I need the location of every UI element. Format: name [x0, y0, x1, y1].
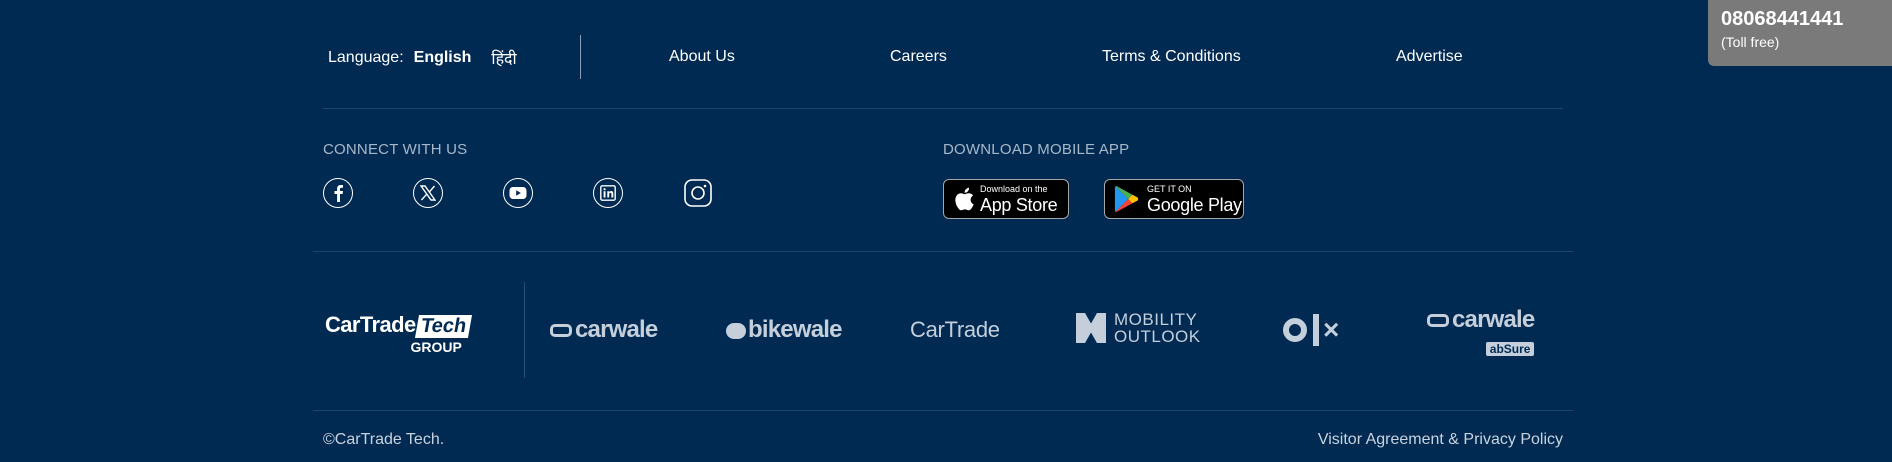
footer-top-row: Language: English हिंदी About Us Careers…	[323, 33, 1563, 79]
carwale-absure-logo[interactable]: carwale abSure	[1427, 306, 1535, 360]
olx-l-icon	[1313, 314, 1319, 346]
language-option-english[interactable]: English	[414, 49, 472, 67]
toll-free-number[interactable]: 08068441441	[1721, 8, 1843, 31]
cartrade-logo[interactable]: CarTrade	[910, 317, 1000, 343]
connect-title: CONNECT WITH US	[323, 141, 468, 158]
bikewale-text: bikewale	[748, 316, 842, 343]
divider	[323, 108, 1563, 109]
terms-conditions-link[interactable]: Terms & Conditions	[1102, 48, 1241, 66]
apple-icon	[955, 187, 974, 211]
google-play-big-text: Google Play	[1147, 194, 1242, 215]
divider	[580, 35, 581, 79]
carwale-icon	[550, 324, 572, 338]
language-option-hindi[interactable]: हिंदी	[491, 47, 516, 69]
copyright-text: ©CarTrade Tech.	[323, 431, 445, 448]
instagram-icon[interactable]	[683, 178, 713, 208]
language-switcher: Language: English हिंदी	[328, 47, 517, 69]
cartrade-tech-group-logo[interactable]: CarTrade Tech GROUP	[325, 312, 472, 355]
divider	[313, 410, 1573, 411]
bikewale-logo[interactable]: bikewale	[726, 316, 842, 344]
x-icon[interactable]	[413, 178, 443, 208]
download-title: DOWNLOAD MOBILE APP	[943, 141, 1130, 158]
divider	[524, 282, 525, 378]
careers-link[interactable]: Careers	[890, 48, 947, 66]
mobility-outlook-icon	[1076, 313, 1106, 343]
toll-free-call-box[interactable]: 08068441441 (Toll free)	[1708, 0, 1892, 66]
app-store-badge[interactable]: Download on the App Store	[943, 179, 1069, 219]
brand-logos: CarTrade Tech GROUP carwale bikewale CarT…	[323, 280, 1563, 380]
google-play-icon	[1114, 186, 1139, 212]
absure-badge: abSure	[1485, 342, 1535, 356]
google-play-small-text: GET IT ON	[1147, 183, 1192, 194]
group-logo-text: CarTrade	[325, 312, 416, 337]
facebook-icon[interactable]	[323, 178, 353, 208]
mobility-outlook-logo[interactable]: MOBILITY OUTLOOK	[1076, 311, 1201, 345]
advertise-link[interactable]: Advertise	[1396, 48, 1463, 66]
language-label: Language:	[328, 49, 404, 66]
outlook-text: OUTLOOK	[1114, 327, 1201, 346]
toll-free-note: (Toll free)	[1721, 34, 1780, 50]
bikewale-icon	[726, 322, 746, 339]
cartrade-text: CarTrade	[910, 317, 1000, 342]
youtube-icon[interactable]	[503, 178, 533, 208]
carwale-absure-text: carwale	[1452, 306, 1535, 333]
olx-logo[interactable]: ×	[1283, 310, 1349, 350]
footer: Language: English हिंदी About Us Careers…	[313, 0, 1573, 462]
group-logo-tech: Tech	[414, 315, 472, 338]
app-store-small-text: Download on the	[980, 183, 1048, 194]
about-us-link[interactable]: About Us	[669, 48, 735, 66]
carwale-absure-icon	[1427, 314, 1449, 328]
divider	[313, 251, 1573, 252]
carwale-text: carwale	[575, 316, 658, 343]
group-logo-sub: GROUP	[410, 339, 462, 355]
carwale-logo[interactable]: carwale	[550, 316, 658, 344]
linkedin-icon[interactable]	[593, 178, 623, 208]
mobility-text: MOBILITY	[1114, 310, 1198, 329]
app-store-big-text: App Store	[980, 194, 1058, 215]
google-play-badge[interactable]: GET IT ON Google Play	[1104, 179, 1244, 219]
olx-o-icon	[1283, 318, 1307, 342]
olx-x-icon: ×	[1323, 314, 1340, 345]
visitor-agreement-privacy-link[interactable]: Visitor Agreement & Privacy Policy	[1318, 431, 1563, 449]
